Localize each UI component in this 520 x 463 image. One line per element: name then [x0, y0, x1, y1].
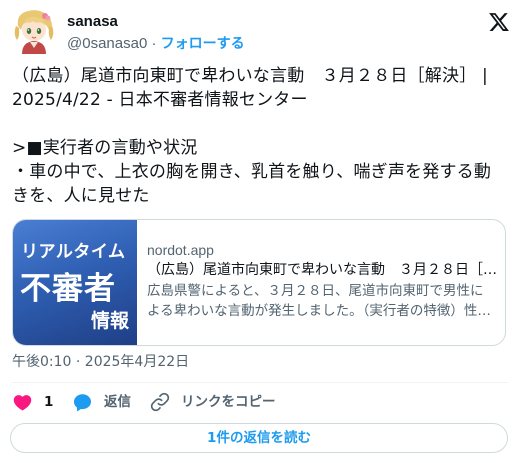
thumb-text-suspicious: 不審者	[20, 271, 116, 306]
divider	[12, 382, 508, 383]
separator: ·	[151, 35, 157, 52]
reply-label: 返信	[104, 394, 131, 410]
handle-line: @0sanasa0 · フォローする	[67, 32, 245, 55]
tweet-header: sanasa @0sanasa0 · フォローする	[12, 8, 512, 58]
x-logo-icon[interactable]	[488, 11, 510, 33]
card-domain: nordot.app	[147, 242, 214, 258]
display-name[interactable]: sanasa	[67, 12, 245, 32]
copy-link-button[interactable]: リンクをコピー	[150, 390, 276, 414]
reply-bubble-icon	[72, 392, 93, 413]
like-button[interactable]: 1	[12, 390, 53, 414]
like-count: 1	[44, 394, 54, 410]
avatar[interactable]	[12, 8, 56, 54]
tweet-text: （広島）尾道市向東町で卑わいな言動 ３月２８日［解決］ | 2025/4/22 …	[12, 66, 492, 206]
card-title: （広島）尾道市向東町で卑わいな言動 ３月２８日［解決］	[147, 262, 497, 278]
link-card[interactable]: リアルタイム 不審者 情報 nordot.app （広島）尾道市向東町で卑わいな…	[12, 219, 506, 346]
copy-link-label: リンクをコピー	[181, 394, 276, 410]
reply-button[interactable]: 返信	[72, 390, 131, 414]
thumb-text-info: 情報	[90, 311, 129, 332]
card-body: nordot.app （広島）尾道市向東町で卑わいな言動 ３月２８日［解決］ 広…	[147, 240, 497, 321]
card-thumbnail: リアルタイム 不審者 情報	[13, 220, 137, 345]
link-icon	[150, 392, 170, 412]
user-handle[interactable]: @0sanasa0	[67, 35, 147, 52]
follow-button[interactable]: フォローする	[161, 35, 245, 51]
card-description: 広島県警によると、３月２８日、尾道市向東町で男性による卑わいな言動が発生しました…	[147, 283, 484, 319]
user-info: sanasa @0sanasa0 · フォローする	[67, 12, 245, 55]
thumb-text-realtime: リアルタイム	[21, 242, 126, 261]
heart-icon	[12, 392, 33, 413]
tweet-timestamp[interactable]: 午後0:10 · 2025年4月22日	[12, 352, 189, 372]
action-bar: 1 返信 リンクをコピー	[12, 390, 508, 416]
read-replies-button[interactable]: 1件の返信を読む	[10, 423, 508, 453]
